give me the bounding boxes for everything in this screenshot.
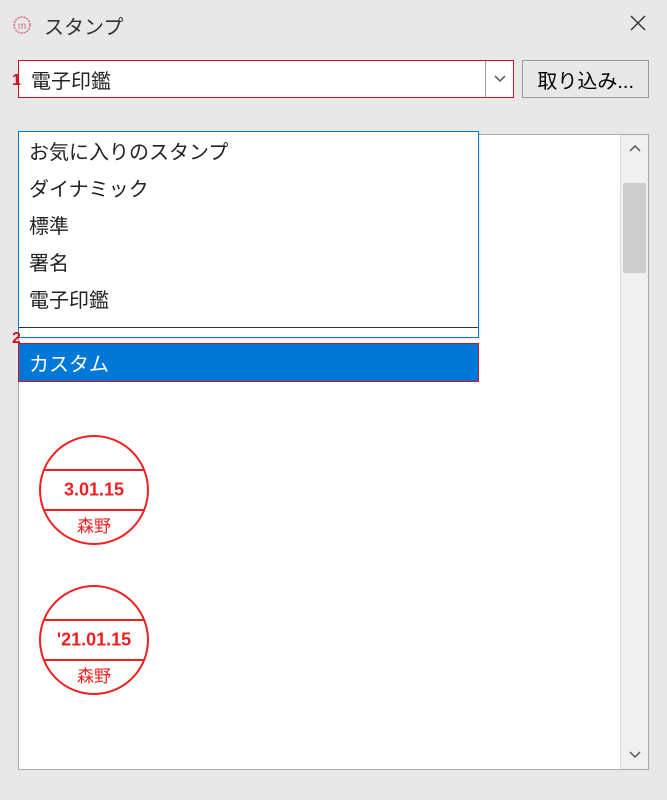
stamp-item[interactable]: '21.01.15 森野 — [39, 585, 149, 695]
scroll-up-icon[interactable] — [621, 135, 649, 163]
dropdown-list: お気に入りのスタンプ ダイナミック 標準 署名 電子印鑑 — [18, 131, 479, 338]
scroll-track[interactable] — [621, 163, 648, 741]
stamp-date: 3.01.15 — [64, 480, 124, 501]
dropdown-option-favorites[interactable]: お気に入りのスタンプ — [19, 132, 478, 169]
scroll-down-icon[interactable] — [621, 741, 649, 769]
stamp-panel: m スタンプ 1 2 電子印鑑 取り込み... '21.01.15 花子 — [0, 0, 667, 800]
stamp-category-dropdown[interactable]: 電子印鑑 — [18, 60, 514, 98]
app-icon: m — [12, 15, 32, 35]
vertical-scrollbar[interactable] — [620, 135, 648, 769]
dropdown-separator — [19, 319, 478, 335]
chevron-down-icon — [485, 61, 513, 97]
dropdown-option-dynamic[interactable]: ダイナミック — [19, 169, 478, 206]
svg-text:m: m — [18, 21, 26, 32]
stamp-item[interactable]: 3.01.15 森野 — [39, 435, 149, 545]
stamp-date: '21.01.15 — [57, 630, 131, 651]
dropdown-option-signature[interactable]: 署名 — [19, 243, 478, 280]
close-button[interactable] — [621, 3, 655, 47]
dropdown-option-digital-seal[interactable]: 電子印鑑 — [19, 280, 478, 317]
titlebar: m スタンプ — [0, 0, 667, 50]
toolbar: 電子印鑑 取り込み... — [0, 50, 667, 106]
dropdown-option-custom-wrapper: カスタム — [18, 343, 479, 382]
stamp-name: 森野 — [77, 662, 111, 687]
dropdown-option-standard[interactable]: 標準 — [19, 206, 478, 243]
dropdown-option-custom[interactable]: カスタム — [19, 344, 478, 381]
import-button[interactable]: 取り込み... — [522, 60, 649, 98]
annotation-1: 1 — [12, 72, 21, 90]
window-title: スタンプ — [44, 11, 621, 40]
scroll-thumb[interactable] — [623, 183, 646, 273]
annotation-2: 2 — [12, 330, 21, 348]
dropdown-selected-value: 電子印鑑 — [19, 65, 485, 94]
stamp-name: 森野 — [77, 512, 111, 537]
